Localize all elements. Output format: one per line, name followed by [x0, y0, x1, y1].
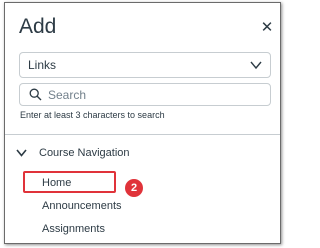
- type-select[interactable]: Links: [19, 52, 271, 78]
- close-button[interactable]: ✕: [260, 19, 274, 36]
- step-callout-badge: 2: [125, 179, 143, 197]
- link-item-announcements[interactable]: Announcements: [42, 200, 122, 212]
- close-icon: ✕: [260, 19, 274, 36]
- search-box[interactable]: [19, 83, 271, 106]
- section-label: Course Navigation: [39, 147, 130, 159]
- dialog-title: Add: [19, 15, 57, 38]
- link-item-home[interactable]: Home: [42, 177, 71, 189]
- chevron-down-icon: [250, 61, 262, 70]
- type-select-value: Links: [28, 58, 57, 72]
- search-hint: Enter at least 3 characters to search: [20, 110, 165, 120]
- search-input[interactable]: [48, 86, 258, 103]
- chevron-down-icon: [16, 149, 27, 157]
- add-dialog: Add ✕ Links Enter at least 3 characters …: [4, 2, 281, 244]
- link-item-assignments[interactable]: Assignments: [42, 223, 105, 235]
- divider: [5, 134, 280, 135]
- course-navigation-toggle[interactable]: Course Navigation: [5, 143, 280, 165]
- search-icon: [29, 88, 42, 101]
